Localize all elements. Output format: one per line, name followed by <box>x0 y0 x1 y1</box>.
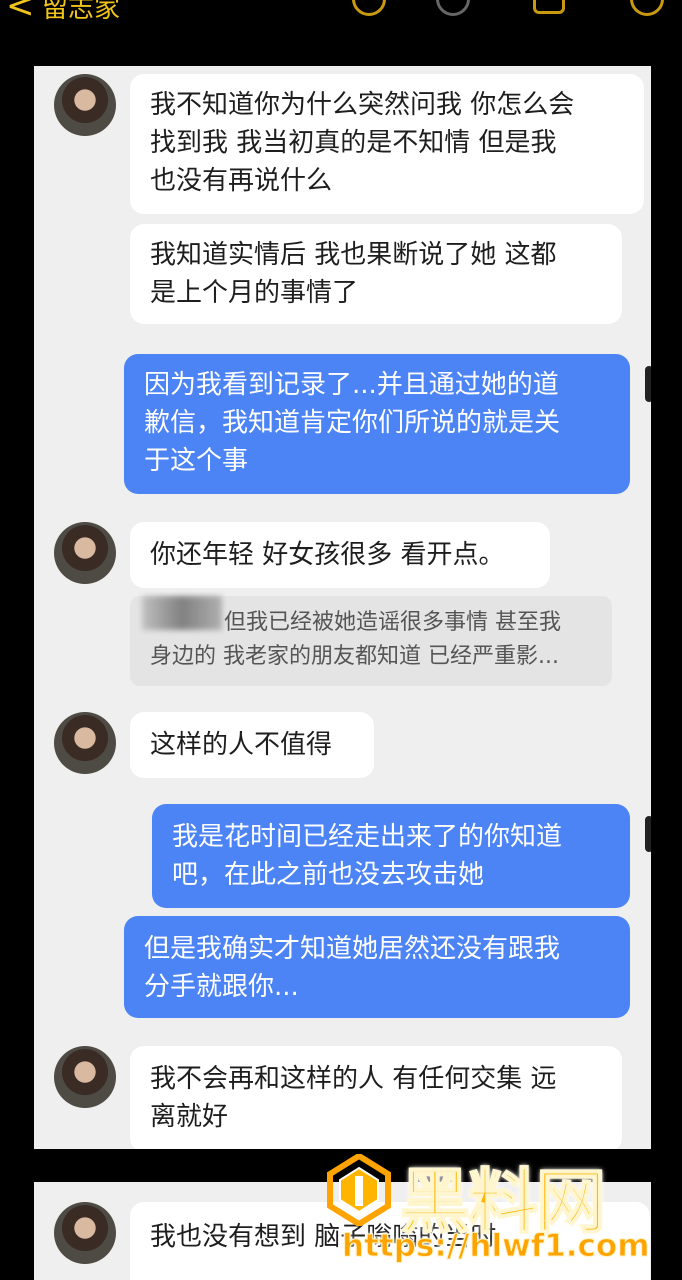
more-icon[interactable] <box>630 0 664 16</box>
message-line: 是上个月的事情了 <box>150 278 359 308</box>
message-bubble-sent[interactable]: 因为我看到记录了...并且通过她的道 歉信，我知道肯定你们所说的就是关 于这个事 <box>124 354 630 494</box>
back-arrow-icon[interactable]: < <box>6 0 35 26</box>
top-bar: < 留志家 <box>0 0 682 48</box>
quoted-reply[interactable]: 但我已经被她造谣很多事情 甚至我 身边的 我老家的朋友都知道 已经严重影... <box>130 596 612 686</box>
message-line: 离就好 <box>150 1102 229 1132</box>
chat-title: 留志家 <box>42 0 121 24</box>
message-bubble[interactable]: 这样的人不值得 <box>130 712 374 778</box>
watermark-url: https://hlwf1.com <box>342 1228 651 1265</box>
blurred-name <box>142 596 222 630</box>
message-line: 也没有再说什么 <box>150 166 333 196</box>
emoji-icon[interactable] <box>352 0 386 16</box>
message-line: 我是花时间已经走出来了的你知道 <box>172 822 563 852</box>
message-line: 我不会再和这样的人 有任何交集 远 <box>150 1064 557 1094</box>
message-line: 分手就跟你... <box>144 972 299 1002</box>
message-line: 但是我确实才知道她居然还没有跟我 <box>144 934 561 964</box>
avatar[interactable] <box>54 712 116 774</box>
call-icon[interactable] <box>436 0 470 16</box>
sender-avatar-edge <box>645 366 651 402</box>
chat-panel: 我不知道你为什么突然问我 你怎么会 找到我 我当初真的是不知情 但是我 也没有再… <box>34 66 651 1149</box>
sender-avatar-edge <box>645 816 651 852</box>
message-bubble-sent[interactable]: 但是我确实才知道她居然还没有跟我 分手就跟你... <box>124 916 630 1018</box>
avatar[interactable] <box>54 1046 116 1108</box>
message-bubble[interactable]: 我知道实情后 我也果断说了她 这都 是上个月的事情了 <box>130 224 622 324</box>
avatar[interactable] <box>54 74 116 136</box>
message-bubble-sent[interactable]: 我是花时间已经走出来了的你知道 吧，在此之前也没去攻击她 <box>152 804 630 908</box>
quote-line: 身边的 我老家的朋友都知道 已经严重影... <box>150 644 559 669</box>
message-line: 你还年轻 好女孩很多 看开点。 <box>150 540 505 570</box>
message-line: 这样的人不值得 <box>150 730 333 760</box>
avatar[interactable] <box>54 522 116 584</box>
watermark-logo-icon <box>327 1154 391 1226</box>
message-line: 于这个事 <box>144 446 249 476</box>
message-line: 因为我看到记录了...并且通过她的道 <box>144 370 559 400</box>
message-line: 我不知道你为什么突然问我 你怎么会 <box>150 90 575 120</box>
message-line: 我知道实情后 我也果断说了她 这都 <box>150 240 557 270</box>
message-bubble[interactable]: 你还年轻 好女孩很多 看开点。 <box>130 522 550 588</box>
avatar[interactable] <box>54 1202 116 1264</box>
message-line: 找到我 我当初真的是不知情 但是我 <box>150 128 557 158</box>
message-line: 歉信，我知道肯定你们所说的就是关 <box>144 408 561 438</box>
watermark: 黑料网 https://hlwf1.com <box>318 1152 668 1274</box>
message-bubble[interactable]: 我不会再和这样的人 有任何交集 远 离就好 <box>130 1046 622 1149</box>
message-line: 吧，在此之前也没去攻击她 <box>172 860 485 890</box>
message-bubble[interactable]: 我不知道你为什么突然问我 你怎么会 找到我 我当初真的是不知情 但是我 也没有再… <box>130 74 644 214</box>
screen-icon[interactable] <box>533 0 565 14</box>
